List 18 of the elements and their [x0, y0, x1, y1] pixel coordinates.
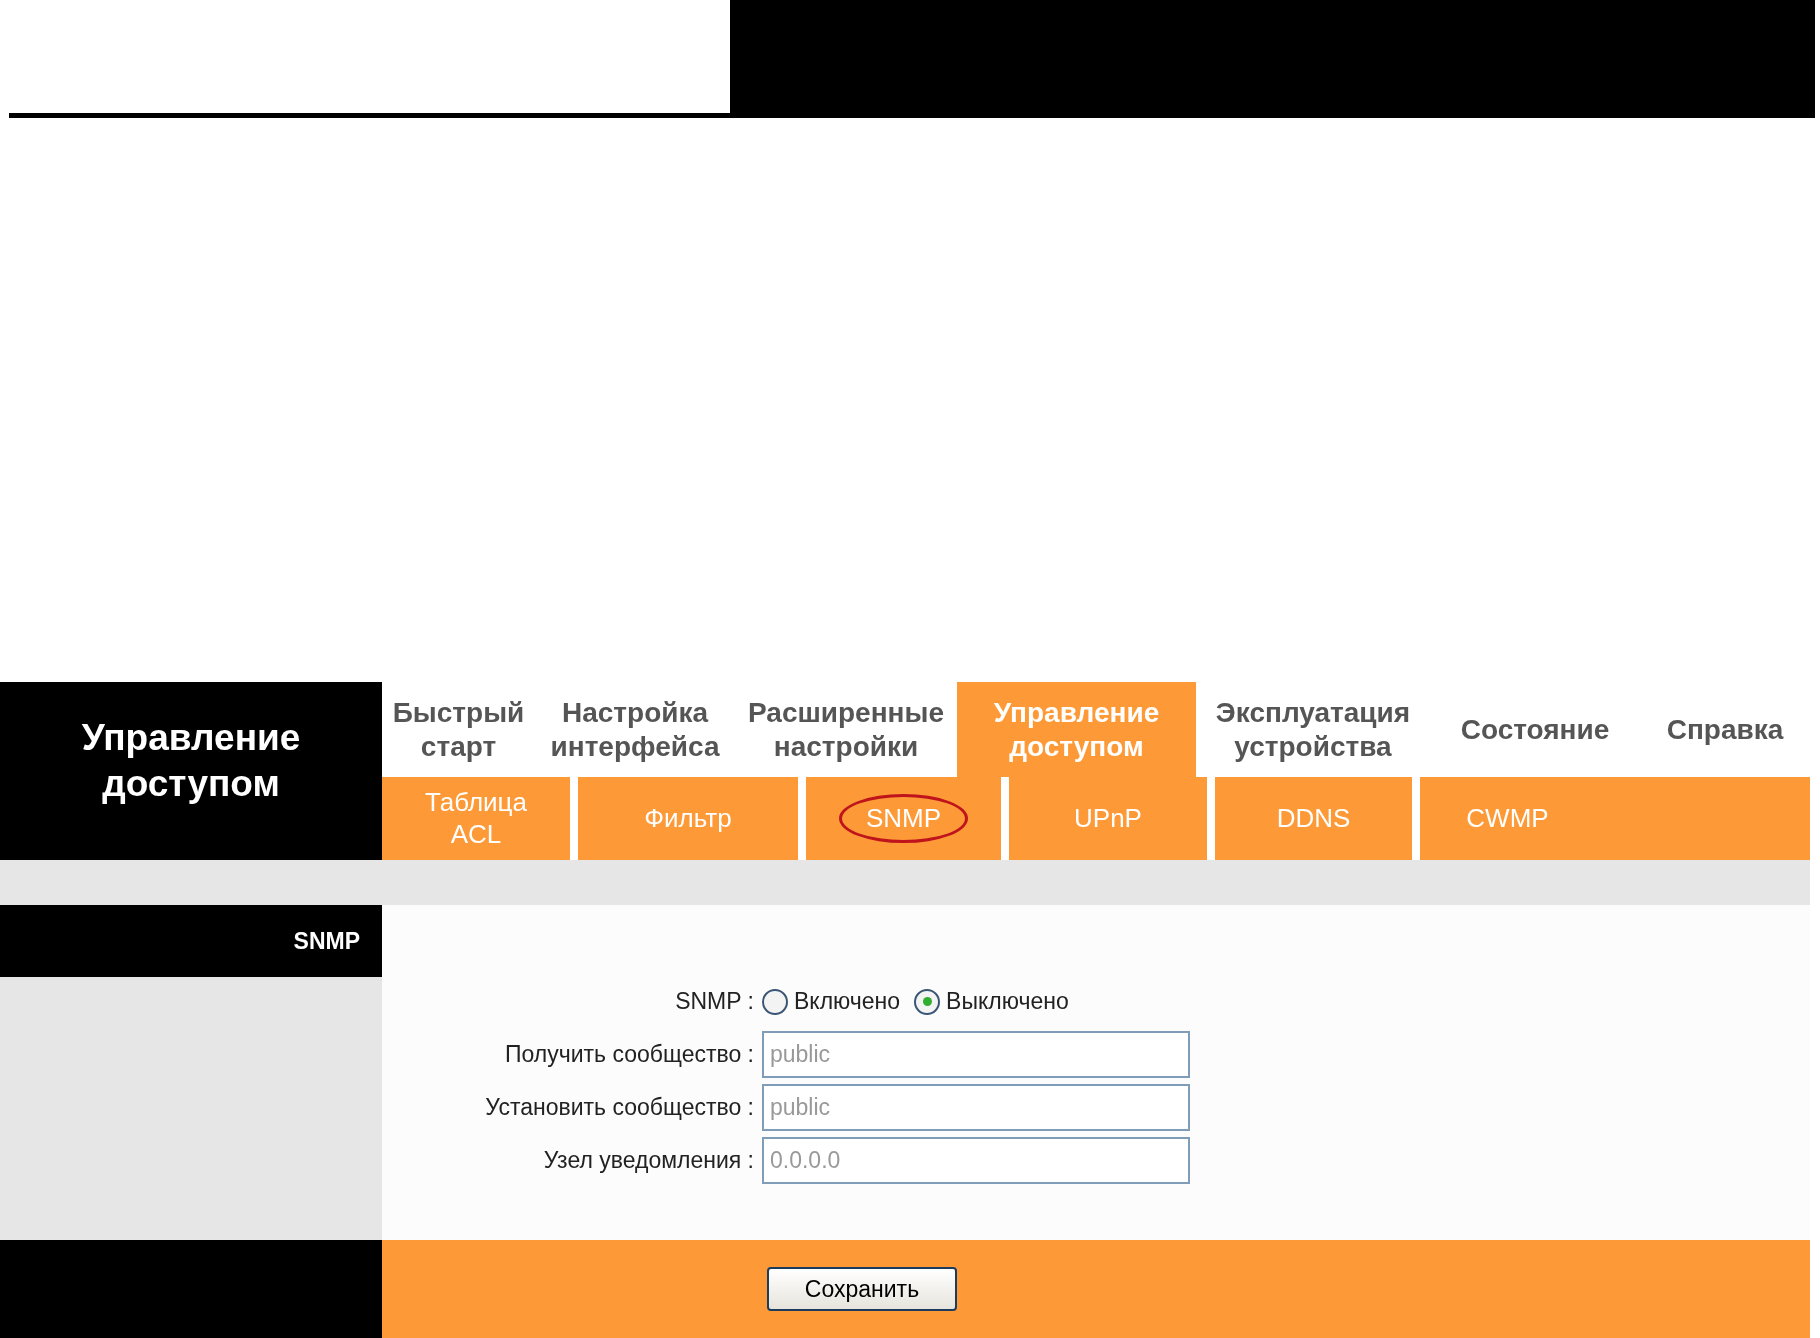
field-label: Получить сообщество :: [504, 1041, 754, 1068]
radio-label: Выключено: [946, 988, 1069, 1015]
subnav-tab[interactable]: CWMP: [1439, 793, 1576, 844]
field-label: SNMP :: [674, 988, 754, 1015]
nav-tab[interactable]: Управление доступом: [957, 682, 1196, 777]
radio-button[interactable]: [914, 988, 941, 1015]
panel-label: SNMP: [0, 905, 382, 977]
field-label: Узел уведомления :: [542, 1147, 754, 1174]
radio-label: Включено: [794, 988, 901, 1015]
save-button[interactable]: Сохранить: [767, 1267, 957, 1311]
subnav-tab[interactable]: Таблица ACL: [382, 778, 570, 859]
subnav-tab[interactable]: SNMP: [838, 793, 969, 844]
radio-button[interactable]: [762, 988, 788, 1015]
subnav-tab[interactable]: DDNS: [1249, 793, 1378, 844]
field-label: Установить сообщество :: [484, 1094, 754, 1121]
section-title: Управление доступом: [80, 715, 302, 806]
subnav-tab[interactable]: Фильтр: [617, 793, 759, 844]
subnav-tab[interactable]: UPnP: [1047, 793, 1169, 844]
